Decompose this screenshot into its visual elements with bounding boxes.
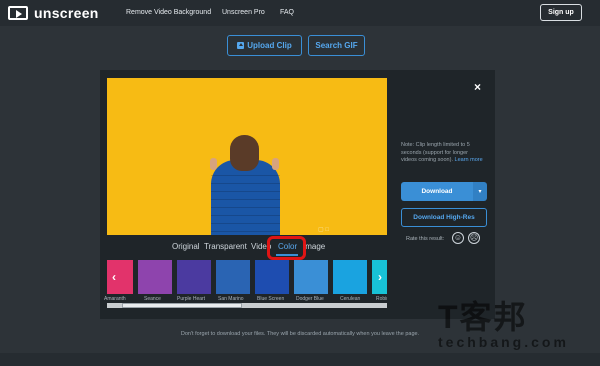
swatch-blue-screen[interactable] xyxy=(255,260,289,294)
site-watermark: T客邦 techbang.com xyxy=(438,300,588,350)
signup-button[interactable]: Sign up xyxy=(540,4,582,21)
nav-link-unscreen-pro[interactable]: Unscreen Pro xyxy=(222,9,265,16)
color-tab-highlight-annotation xyxy=(267,236,306,260)
left-hand xyxy=(210,158,217,170)
bottom-bar xyxy=(0,353,600,366)
search-gif-button[interactable]: Search GIF xyxy=(308,35,365,56)
rate-result-label: Rate this result: xyxy=(406,236,445,242)
swatch-label: Dodger Blue xyxy=(296,296,324,302)
upload-clip-label: Upload Clip xyxy=(247,41,292,50)
swatch-cerulean[interactable] xyxy=(333,260,367,294)
learn-more-link[interactable]: Learn more xyxy=(455,157,483,163)
swatch-seance[interactable] xyxy=(138,260,172,294)
happy-face-icon[interactable]: ☺ xyxy=(452,232,464,244)
swatch-purple-heart[interactable] xyxy=(177,260,211,294)
swatch-san-marino[interactable] xyxy=(216,260,250,294)
clip-length-note: Note: Clip length limited to 5 seconds (… xyxy=(401,142,485,165)
download-options-caret[interactable]: ▾ xyxy=(473,182,487,201)
close-icon[interactable]: × xyxy=(474,80,481,94)
chevron-left-icon: ‹ xyxy=(112,270,116,284)
jacket-stripes xyxy=(211,168,280,235)
download-high-res-button[interactable]: Download High-Res xyxy=(401,208,487,227)
swatch-label: San Marino xyxy=(218,296,244,302)
swatch-prev-button[interactable]: ‹ xyxy=(107,260,121,294)
preview-watermark: ▢ □ xyxy=(318,227,329,233)
swatch-dodger-blue[interactable] xyxy=(294,260,328,294)
swatch-label: Cerulean xyxy=(340,296,361,302)
tab-original[interactable]: Original xyxy=(172,242,200,251)
tab-transparent[interactable]: Transparent xyxy=(204,242,247,251)
swatch-label: Robin's Egg xyxy=(376,296,387,302)
chevron-right-icon: › xyxy=(378,270,382,284)
logo-text: unscreen xyxy=(34,5,99,21)
logo[interactable]: unscreen xyxy=(8,5,99,21)
upload-icon xyxy=(237,42,245,49)
tab-image[interactable]: Image xyxy=(303,242,325,251)
right-hand xyxy=(272,158,279,170)
swatch-next-button[interactable]: › xyxy=(373,260,387,294)
logo-icon xyxy=(8,6,28,20)
sad-face-icon[interactable]: ☹ xyxy=(468,232,480,244)
nav-link-remove-video-background[interactable]: Remove Video Background xyxy=(126,9,211,16)
swatch-label: Seance xyxy=(144,296,161,302)
swatch-label: Blue Screen xyxy=(257,296,285,302)
swatch-label: Purple Heart xyxy=(177,296,206,302)
person-head xyxy=(230,135,259,171)
watermark-cn: T客邦 xyxy=(438,299,528,335)
upload-clip-button[interactable]: Upload Clip xyxy=(227,35,302,56)
swatch-label: Amaranth xyxy=(104,296,126,302)
watermark-en: techbang.com xyxy=(438,334,569,350)
top-nav: unscreen Remove Video Background Unscree… xyxy=(0,0,600,26)
swatch-scrollbar-thumb[interactable] xyxy=(122,303,242,308)
swatch-scrollbar[interactable] xyxy=(107,303,387,308)
nav-link-faq[interactable]: FAQ xyxy=(280,9,294,16)
download-button[interactable]: Download xyxy=(401,182,473,201)
color-swatch-list xyxy=(107,260,387,296)
video-preview: ▢ □ xyxy=(107,78,387,235)
